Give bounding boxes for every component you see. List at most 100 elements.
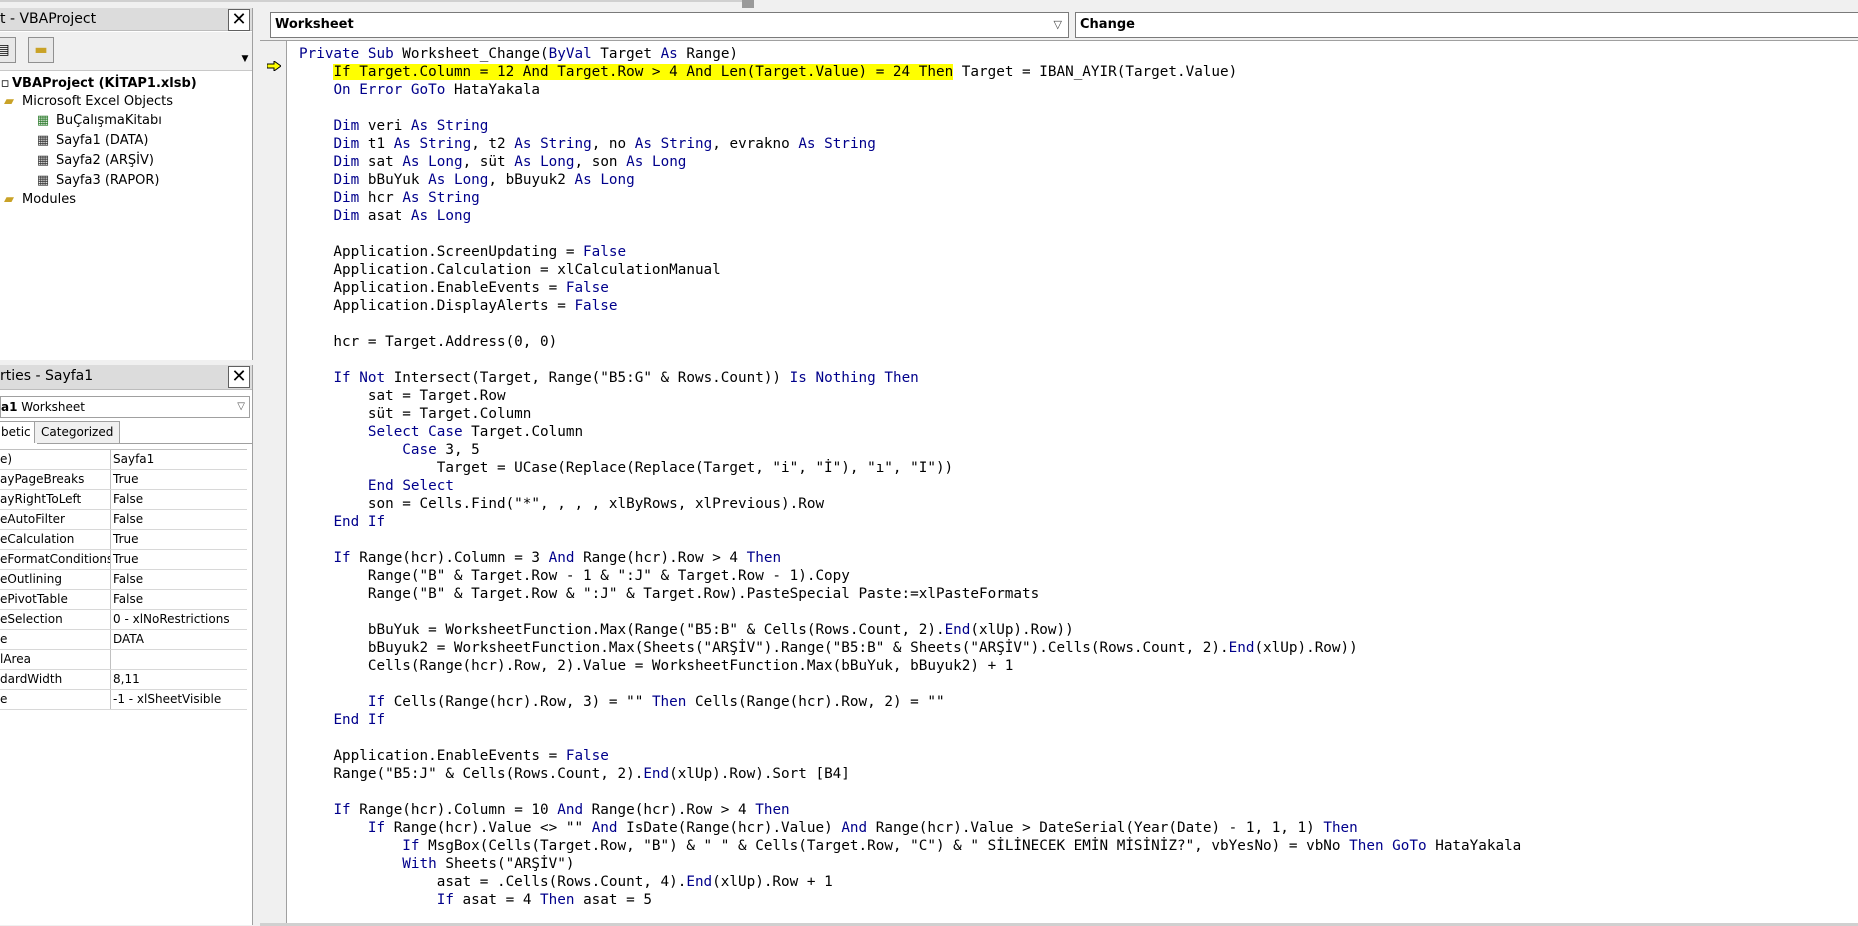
property-value[interactable]: 8,11 [113,670,140,689]
top-scrollbar-track[interactable] [0,0,742,2]
property-row[interactable]: e) Sayfa1 [0,450,247,470]
code-line[interactable]: süt = Target.Column [299,405,1521,423]
property-name: ayRightToLeft [0,490,111,509]
property-value[interactable]: DATA [113,630,144,649]
code-line[interactable]: Target = UCase(Replace(Replace(Target, "… [299,459,1521,477]
code-line[interactable]: End If [299,513,1521,531]
code-line[interactable]: son = Cells.Find("*", , , , xlByRows, xl… [299,495,1521,513]
property-row[interactable]: e DATA [0,630,247,650]
code-line[interactable]: Dim veri As String [299,117,1521,135]
code-line[interactable]: With Sheets("ARŞİV") [299,855,1521,873]
code-line[interactable]: Application.Calculation = xlCalculationM… [299,261,1521,279]
code-line[interactable] [299,729,1521,747]
property-row[interactable]: dardWidth 8,11 [0,670,247,690]
property-name: eCalculation [0,530,111,549]
code-line[interactable]: Application.EnableEvents = False [299,279,1521,297]
tree-item-sayfa3[interactable]: ▦ Sayfa3 (RAPOR) [34,171,160,191]
property-row[interactable]: eOutlining False [0,570,247,590]
code-line[interactable]: hcr = Target.Address(0, 0) [299,333,1521,351]
sheet-icon: ▦ [36,153,50,168]
code-line[interactable]: If Range(hcr).Value <> "" And IsDate(Ran… [299,819,1521,837]
code-line[interactable]: Application.EnableEvents = False [299,747,1521,765]
code-line[interactable] [299,783,1521,801]
code-line[interactable]: Application.DisplayAlerts = False [299,297,1521,315]
property-value[interactable]: False [113,570,143,589]
property-row[interactable]: ayPageBreaks True [0,470,247,490]
code-line[interactable]: Dim asat As Long [299,207,1521,225]
property-row[interactable]: eCalculation True [0,530,247,550]
property-row[interactable]: eSelection 0 - xlNoRestrictions [0,610,247,630]
top-scroll-knob[interactable] [742,0,754,8]
code-line[interactable]: End If [299,711,1521,729]
code-line[interactable]: sat = Target.Row [299,387,1521,405]
close-icon[interactable]: ✕ [228,9,250,31]
code-line[interactable]: Dim sat As Long, süt As Long, son As Lon… [299,153,1521,171]
code-line[interactable]: Application.ScreenUpdating = False [299,243,1521,261]
code-line[interactable]: Private Sub Worksheet_Change(ByVal Targe… [299,45,1521,63]
workbook-icon: ▦ [36,113,50,128]
view-object-icon[interactable]: ▤ [0,37,16,63]
code-text[interactable]: Private Sub Worksheet_Change(ByVal Targe… [299,45,1521,909]
code-line[interactable]: Select Case Target.Column [299,423,1521,441]
toggle-folders-icon[interactable]: ▬ [28,37,54,63]
project-explorer-titlebar: t - VBAProject ✕ [0,8,252,31]
property-value[interactable]: Sayfa1 [113,450,154,469]
code-line[interactable] [299,675,1521,693]
property-value[interactable]: False [113,590,143,609]
property-value[interactable]: -1 - xlSheetVisible [113,690,221,709]
code-line[interactable]: If MsgBox(Cells(Target.Row, "B") & " " &… [299,837,1521,855]
object-select[interactable]: a1 Worksheet ▽ [0,396,250,418]
property-row[interactable]: ePivotTable False [0,590,247,610]
code-line[interactable]: If Target.Column = 12 And Target.Row > 4… [299,63,1521,81]
object-combo[interactable]: Worksheet ▽ [270,12,1069,38]
code-line[interactable]: Dim bBuYuk As Long, bBuyuk2 As Long [299,171,1521,189]
property-row[interactable]: e -1 - xlSheetVisible [0,690,247,710]
code-line[interactable]: bBuYuk = WorksheetFunction.Max(Range("B5… [299,621,1521,639]
property-value[interactable]: 0 - xlNoRestrictions [113,610,230,629]
code-line[interactable]: End Select [299,477,1521,495]
code-line[interactable]: Range("B" & Target.Row - 1 & ":J" & Targ… [299,567,1521,585]
property-row[interactable]: ayRightToLeft False [0,490,247,510]
code-line[interactable]: Dim hcr As String [299,189,1521,207]
code-line[interactable]: Cells(Range(hcr).Row, 2).Value = Workshe… [299,657,1521,675]
code-line[interactable]: Range("B" & Target.Row & ":J" & Target.R… [299,585,1521,603]
tree-folder-excel-objects[interactable]: ▰ Microsoft Excel Objects [0,92,173,112]
close-icon[interactable]: ✕ [228,366,250,388]
code-line[interactable] [299,99,1521,117]
code-line[interactable]: asat = .Cells(Rows.Count, 4).End(xlUp).R… [299,873,1521,891]
code-line[interactable] [299,351,1521,369]
code-line[interactable]: If Not Intersect(Target, Range("B5:G" & … [299,369,1521,387]
code-line[interactable] [299,315,1521,333]
code-line[interactable]: If asat = 4 Then asat = 5 [299,891,1521,909]
code-line[interactable]: Dim t1 As String, t2 As String, no As St… [299,135,1521,153]
tab-alphabetic[interactable]: betic [0,421,38,444]
margin-indicator-bar[interactable] [260,41,287,926]
code-editor[interactable]: Private Sub Worksheet_Change(ByVal Targe… [260,40,1858,926]
tab-categorized[interactable]: Categorized [34,421,121,443]
property-value[interactable]: True [113,530,139,549]
procedure-combo[interactable]: Change [1075,12,1858,38]
code-line[interactable] [299,225,1521,243]
property-value[interactable]: True [113,550,139,569]
property-value[interactable]: True [113,470,139,489]
code-line[interactable]: If Range(hcr).Column = 10 And Range(hcr)… [299,801,1521,819]
tree-item-workbook[interactable]: ▦ BuÇalışmaKitabı [34,111,162,131]
code-line[interactable]: bBuyuk2 = WorksheetFunction.Max(Sheets("… [299,639,1521,657]
code-line[interactable]: If Range(hcr).Column = 3 And Range(hcr).… [299,549,1521,567]
code-line[interactable]: Case 3, 5 [299,441,1521,459]
property-value[interactable]: False [113,510,143,529]
tree-item-sayfa2[interactable]: ▦ Sayfa2 (ARŞİV) [34,151,154,171]
toolbar-dropdown-icon[interactable]: ▼ [240,52,250,66]
tree-folder-modules[interactable]: ▰ Modules [0,190,76,210]
property-row[interactable]: eAutoFilter False [0,510,247,530]
code-line[interactable] [299,531,1521,549]
property-value[interactable]: False [113,490,143,509]
code-line[interactable]: Range("B5:J" & Cells(Rows.Count, 2).End(… [299,765,1521,783]
tree-root-project[interactable]: ▫ VBAProject (KİTAP1.xlsb) [0,74,197,94]
code-line[interactable] [299,603,1521,621]
code-line[interactable]: On Error GoTo HataYakala [299,81,1521,99]
tree-item-sayfa1[interactable]: ▦ Sayfa1 (DATA) [34,131,149,151]
code-line[interactable]: If Cells(Range(hcr).Row, 3) = "" Then Ce… [299,693,1521,711]
property-row[interactable]: eFormatConditions True [0,550,247,570]
property-row[interactable]: lArea [0,650,247,670]
